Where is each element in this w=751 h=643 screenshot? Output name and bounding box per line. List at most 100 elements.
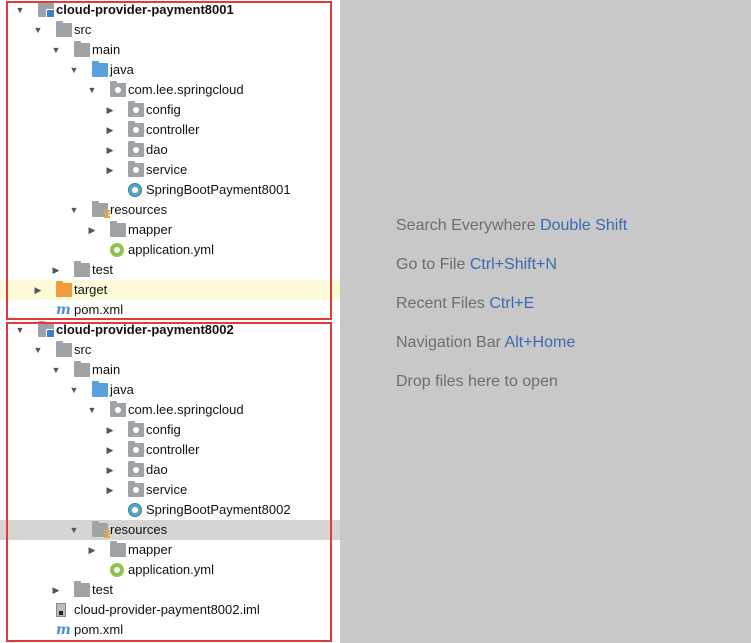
collapse-arrow-icon[interactable]: ▶ (86, 540, 98, 560)
tree-node[interactable]: m pom.xml (0, 300, 340, 320)
folder-icon (74, 261, 90, 277)
collapse-arrow-icon[interactable]: ▶ (86, 220, 98, 240)
project-tree-panel: ▼ cloud-provider-payment8001 ▼ src ▼ main ▼ jav… (0, 0, 340, 643)
tree-node-label: SpringBootPayment8001 (146, 182, 291, 197)
folder-icon (110, 221, 126, 237)
tree-node[interactable]: ▶ target (0, 280, 340, 300)
collapse-arrow-icon[interactable]: ▶ (104, 100, 116, 120)
collapse-arrow-icon[interactable]: ▶ (104, 160, 116, 180)
tree-node[interactable]: ▼ java (0, 380, 340, 400)
tree-node[interactable]: ▼ main (0, 40, 340, 60)
tree-node-label: cloud-provider-payment8002.iml (74, 602, 260, 617)
collapse-arrow-icon[interactable]: ▶ (50, 580, 62, 600)
tree-node-label: cloud-provider-payment8001 (56, 2, 234, 17)
tree-node[interactable]: ▼ cloud-provider-payment8001 (0, 0, 340, 20)
tree-node[interactable]: ▶ controller (0, 120, 340, 140)
tree-node-label: com.lee.springcloud (128, 82, 244, 97)
collapse-arrow-icon[interactable]: ▶ (104, 480, 116, 500)
expand-arrow-icon[interactable]: ▼ (68, 60, 80, 80)
hint-recent-files: Recent Files Ctrl+E (396, 295, 535, 312)
collapse-arrow-icon[interactable]: ▶ (104, 420, 116, 440)
expand-arrow-icon[interactable]: ▼ (32, 20, 44, 40)
tree-node[interactable]: SpringBootPayment8002 (0, 500, 340, 520)
folder-icon (74, 41, 90, 57)
tree-node[interactable]: ▶ config (0, 420, 340, 440)
tree-node[interactable]: ▼ java (0, 60, 340, 80)
hint-search-everywhere: Search Everywhere Double Shift (396, 217, 628, 234)
tree-node[interactable]: ▼ src (0, 340, 340, 360)
tree-node-label: application.yml (128, 562, 214, 577)
expand-arrow-icon[interactable]: ▼ (50, 360, 62, 380)
yml-file-icon (110, 563, 124, 577)
tree-node-label: mapper (128, 542, 173, 557)
tree-node-label: service (146, 482, 188, 497)
package-icon (128, 141, 144, 157)
tree-node-label: dao (146, 462, 168, 477)
maven-icon: m (56, 302, 71, 318)
tree-node-label: src (74, 22, 92, 37)
collapse-arrow-icon[interactable]: ▶ (104, 120, 116, 140)
editor-empty-area (340, 0, 751, 643)
hint-navigation-bar: Navigation Bar Alt+Home (396, 334, 576, 351)
tree-node[interactable]: ▶ dao (0, 460, 340, 480)
expand-arrow-icon[interactable]: ▼ (68, 520, 80, 540)
package-icon (110, 401, 126, 417)
collapse-arrow-icon[interactable]: ▶ (104, 460, 116, 480)
tree-node[interactable]: ▼ com.lee.springcloud (0, 400, 340, 420)
tree-node-label: test (92, 262, 113, 277)
tree-node[interactable]: ▶ service (0, 480, 340, 500)
tree-node-label: config (146, 102, 181, 117)
tree-node[interactable]: cloud-provider-payment8002.iml (0, 600, 340, 620)
expand-arrow-icon[interactable]: ▼ (50, 40, 62, 60)
tree-node[interactable]: ▶ config (0, 100, 340, 120)
expand-arrow-icon[interactable]: ▼ (14, 320, 26, 340)
expand-arrow-icon[interactable]: ▼ (86, 80, 98, 100)
tree-node[interactable]: ▶ controller (0, 440, 340, 460)
package-icon (128, 441, 144, 457)
tree-node-label: mapper (128, 222, 173, 237)
folder-icon (110, 541, 126, 557)
folder-icon (74, 581, 90, 597)
expand-arrow-icon[interactable]: ▼ (32, 340, 44, 360)
package-icon (128, 481, 144, 497)
tree-node[interactable]: ▶ mapper (0, 540, 340, 560)
package-icon (110, 81, 126, 97)
tree-node-label: config (146, 422, 181, 437)
tree-node-label: test (92, 582, 113, 597)
tree-node-label: target (74, 282, 108, 297)
tree-node[interactable]: ▼ main (0, 360, 340, 380)
expand-arrow-icon[interactable]: ▼ (86, 400, 98, 420)
tree-node[interactable]: ▶ test (0, 580, 340, 600)
tree-node-label: dao (146, 142, 168, 157)
tree-node[interactable]: ▼ com.lee.springcloud (0, 80, 340, 100)
tree-node[interactable]: ▼ src (0, 20, 340, 40)
collapse-arrow-icon[interactable]: ▶ (32, 280, 44, 300)
tree-node-label: pom.xml (74, 622, 124, 637)
folder-icon (74, 361, 90, 377)
maven-icon: m (56, 622, 71, 638)
collapse-arrow-icon[interactable]: ▶ (50, 260, 62, 280)
collapse-arrow-icon[interactable]: ▶ (104, 140, 116, 160)
hint-drop-files: Drop files here to open (396, 373, 558, 390)
tree-node[interactable]: ▶ test (0, 260, 340, 280)
package-icon (128, 101, 144, 117)
tree-node[interactable]: ▼ resources (0, 520, 340, 540)
tree-node-label: cloud-provider-payment8002 (56, 322, 234, 337)
tree-node[interactable]: ▶ mapper (0, 220, 340, 240)
tree-node[interactable]: ▼ resources (0, 200, 340, 220)
package-icon (128, 421, 144, 437)
tree-node[interactable]: ▶ service (0, 160, 340, 180)
expand-arrow-icon[interactable]: ▼ (68, 380, 80, 400)
tree-node[interactable]: m pom.xml (0, 620, 340, 640)
expand-arrow-icon[interactable]: ▼ (14, 0, 26, 20)
folder-icon (56, 21, 72, 37)
tree-node[interactable]: application.yml (0, 240, 340, 260)
tree-node[interactable]: ▶ dao (0, 140, 340, 160)
collapse-arrow-icon[interactable]: ▶ (104, 440, 116, 460)
tree-node-label: controller (146, 122, 200, 137)
tree-node[interactable]: ▼ cloud-provider-payment8002 (0, 320, 340, 340)
tree-node[interactable]: application.yml (0, 560, 340, 580)
tree-node-label: pom.xml (74, 302, 124, 317)
expand-arrow-icon[interactable]: ▼ (68, 200, 80, 220)
tree-node[interactable]: SpringBootPayment8001 (0, 180, 340, 200)
